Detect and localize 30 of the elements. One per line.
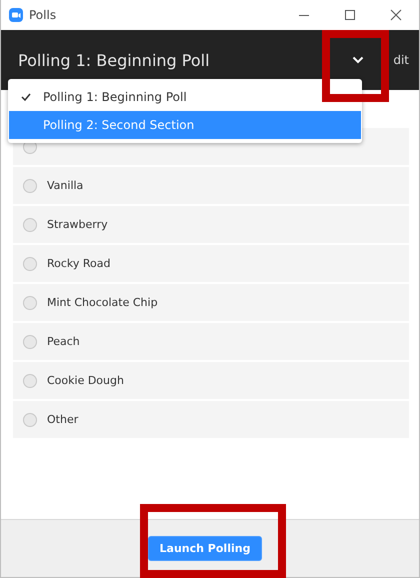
radio-button[interactable] — [23, 296, 37, 310]
poll-option[interactable]: Cookie Dough — [13, 362, 409, 399]
option-label: Mint Chocolate Chip — [47, 296, 158, 309]
radio-button[interactable] — [23, 218, 37, 232]
poll-option[interactable]: Peach — [13, 323, 409, 360]
option-label: Peach — [47, 335, 80, 348]
radio-button[interactable] — [23, 374, 37, 388]
poll-option[interactable]: Strawberry — [13, 206, 409, 243]
menu-item-label: Polling 2: Second Section — [43, 118, 194, 132]
menu-item-label: Polling 1: Beginning Poll — [43, 90, 187, 104]
app-logo-icon — [9, 8, 23, 22]
poll-option[interactable]: Vanilla — [13, 167, 409, 204]
close-icon[interactable] — [390, 9, 402, 21]
poll-title: Polling 1: Beginning Poll — [18, 50, 211, 70]
option-label: Other — [47, 413, 78, 426]
poll-option[interactable]: Mint Chocolate Chip — [13, 284, 409, 321]
highlight-frame — [322, 30, 389, 102]
maximize-icon[interactable] — [344, 9, 356, 21]
poll-option[interactable]: Other — [13, 401, 409, 438]
poll-option[interactable]: Rocky Road — [13, 245, 409, 282]
option-label: Cookie Dough — [47, 374, 124, 387]
option-label: Strawberry — [47, 218, 108, 231]
radio-button[interactable] — [23, 256, 37, 270]
radio-button[interactable] — [23, 178, 37, 192]
option-label: Vanilla — [47, 179, 84, 192]
radio-button[interactable] — [23, 412, 37, 426]
radio-button[interactable] — [23, 334, 37, 348]
option-label: Rocky Road — [47, 257, 111, 270]
window-title: Polls — [29, 8, 58, 22]
edit-link[interactable]: dit — [387, 53, 409, 67]
